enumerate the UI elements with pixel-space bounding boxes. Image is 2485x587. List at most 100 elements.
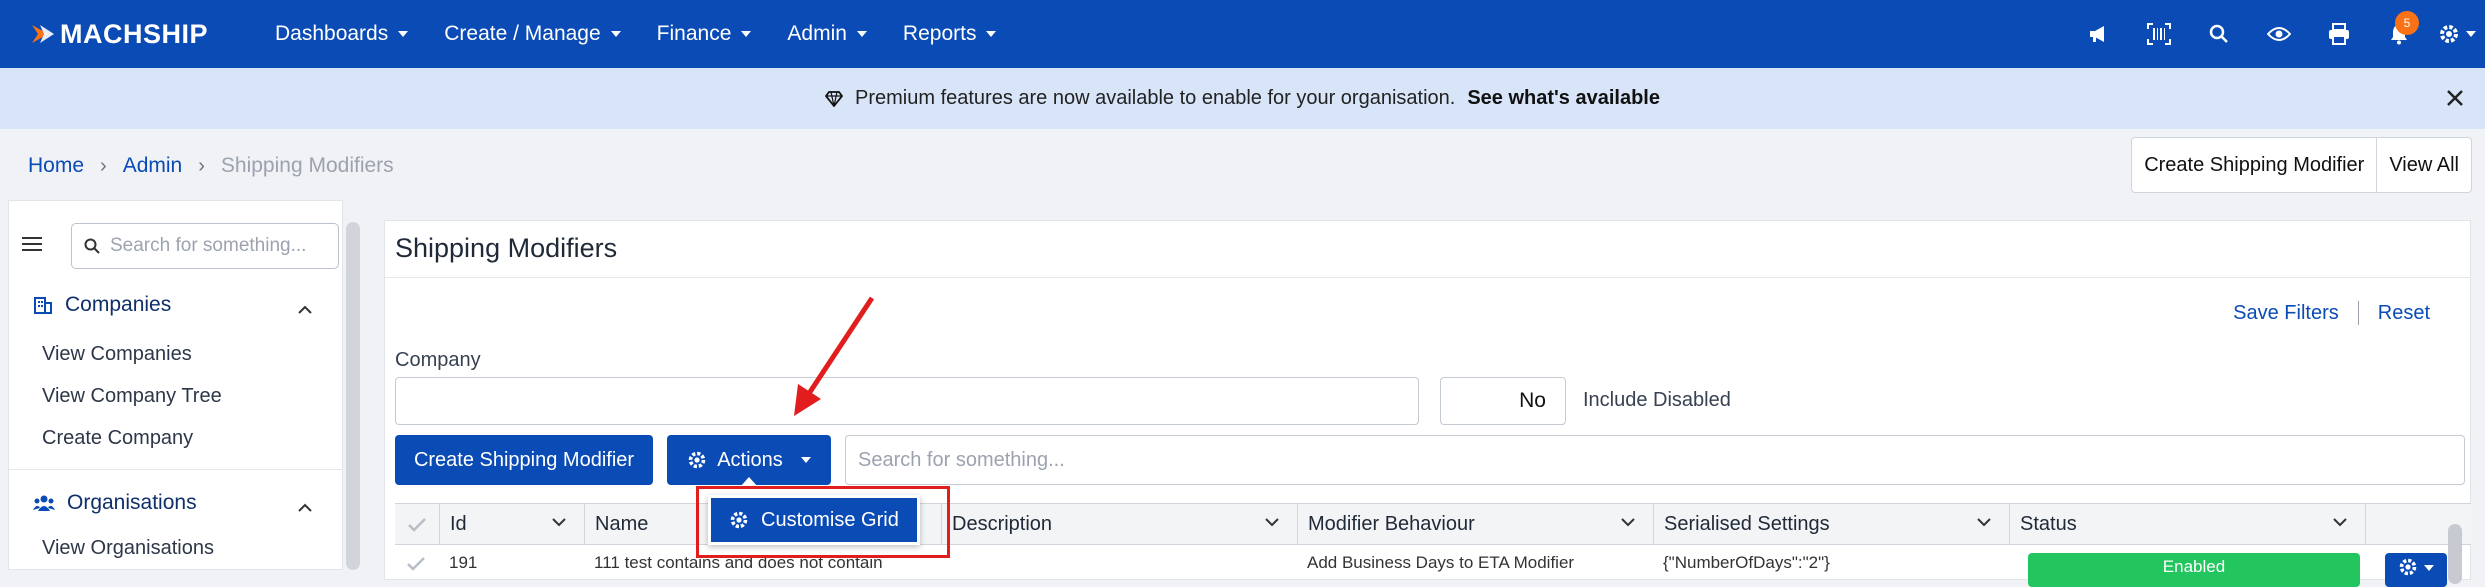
search-icon xyxy=(84,238,100,254)
sidebar-item-view-companies[interactable]: View Companies xyxy=(42,343,192,366)
megaphone-icon[interactable] xyxy=(2069,0,2129,68)
sidebar-section-label: Companies xyxy=(65,293,172,316)
filter-actions: Save Filters Reset xyxy=(2233,301,2430,325)
include-disabled-label: Include Disabled xyxy=(1583,389,1731,411)
reset-link[interactable]: Reset xyxy=(2378,302,2430,325)
chevron-down-icon[interactable] xyxy=(1977,518,1991,527)
sidebar-scrollbar[interactable] xyxy=(346,222,360,570)
chevron-down-icon[interactable] xyxy=(552,518,566,527)
cell-serialised-settings: {"NumberOfDays":"2"} xyxy=(1663,553,1830,572)
column-label: Status xyxy=(2020,513,2077,535)
select-all-checkbox[interactable] xyxy=(395,504,439,545)
column-label: Serialised Settings xyxy=(1664,513,1830,535)
page-title: Shipping Modifiers xyxy=(395,233,618,263)
column-header-description[interactable]: Description xyxy=(941,504,1297,545)
column-header-serialised-settings[interactable]: Serialised Settings xyxy=(1653,504,2009,545)
chevron-up-icon[interactable] xyxy=(298,305,312,314)
nav-create-manage-label: Create / Manage xyxy=(444,22,601,45)
save-filters-link[interactable]: Save Filters xyxy=(2233,302,2339,325)
nav-admin-label: Admin xyxy=(787,22,847,45)
sidebar-search-placeholder: Search for something... xyxy=(110,235,307,256)
company-field[interactable] xyxy=(395,377,1419,425)
printer-icon[interactable] xyxy=(2309,0,2369,68)
column-label: Id xyxy=(450,513,467,535)
sidebar-section-label: Organisations xyxy=(67,491,197,514)
barcode-scan-icon[interactable] xyxy=(2129,0,2189,68)
settings-menu[interactable] xyxy=(2429,0,2485,68)
nav-admin[interactable]: Admin xyxy=(787,22,867,46)
grid-scrollbar[interactable] xyxy=(2448,524,2462,584)
notification-badge: 5 xyxy=(2395,11,2419,35)
column-header-id[interactable]: Id xyxy=(439,504,584,545)
nav-finance-label: Finance xyxy=(656,22,732,45)
divider xyxy=(385,277,2470,278)
sidebar-item-create-company[interactable]: Create Company xyxy=(42,427,193,450)
nav-create-manage[interactable]: Create / Manage xyxy=(444,22,621,46)
chevron-down-icon xyxy=(986,31,997,37)
users-icon xyxy=(33,495,55,511)
divider xyxy=(2357,301,2359,325)
create-shipping-modifier-header-button[interactable]: Create Shipping Modifier xyxy=(2132,138,2376,192)
hamburger-menu-icon[interactable] xyxy=(22,236,42,257)
create-shipping-modifier-button[interactable]: Create Shipping Modifier xyxy=(395,435,653,485)
view-all-button[interactable]: View All xyxy=(2376,138,2471,192)
chevron-down-icon[interactable] xyxy=(1621,518,1635,527)
checkmark-icon xyxy=(408,517,426,532)
gear-icon xyxy=(2399,558,2417,576)
cell-modifier-behaviour: Add Business Days to ETA Modifier xyxy=(1307,553,1575,572)
sidebar-section-companies[interactable]: Companies xyxy=(33,293,171,317)
chevron-down-icon xyxy=(610,31,621,37)
chevron-down-icon[interactable] xyxy=(1265,518,1279,527)
grid-search-input[interactable]: Search for something... xyxy=(845,435,2465,485)
sidebar-item-view-organisations[interactable]: View Organisations xyxy=(42,537,214,560)
chevron-down-icon xyxy=(856,31,867,37)
column-header-modifier-behaviour[interactable]: Modifier Behaviour xyxy=(1297,504,1653,545)
chevron-up-icon[interactable] xyxy=(298,503,312,512)
premium-banner: Premium features are now available to en… xyxy=(0,68,2485,129)
top-navbar: MACHSHIP Dashboards Create / Manage Fina… xyxy=(0,0,2485,68)
search-icon[interactable] xyxy=(2189,0,2249,68)
nav-reports-label: Reports xyxy=(902,22,977,45)
breadcrumb-admin[interactable]: Admin xyxy=(123,154,183,178)
annotation-highlight-box xyxy=(696,486,950,558)
gear-icon xyxy=(687,450,707,470)
actions-label: Actions xyxy=(717,448,783,471)
include-disabled-toggle[interactable]: No xyxy=(1440,377,1566,425)
company-label: Company xyxy=(395,349,481,371)
chevron-down-icon xyxy=(2424,565,2434,571)
building-icon xyxy=(34,297,52,314)
breadcrumb-current: Shipping Modifiers xyxy=(220,154,394,177)
status-badge: Enabled xyxy=(2028,553,2360,587)
nav-dashboards[interactable]: Dashboards xyxy=(275,22,409,46)
chevron-right-icon: › xyxy=(100,154,107,177)
sidebar-section-organisations[interactable]: Organisations xyxy=(33,491,197,515)
column-header-status[interactable]: Status xyxy=(2009,504,2365,545)
brand-name: MACHSHIP xyxy=(60,18,209,49)
brand-logo[interactable]: MACHSHIP xyxy=(30,19,240,50)
sidebar-search-input[interactable]: Search for something... xyxy=(71,223,339,269)
nav-reports[interactable]: Reports xyxy=(903,22,997,46)
sidebar: Search for something... Companies View C… xyxy=(8,200,343,570)
nav-finance[interactable]: Finance xyxy=(657,22,752,46)
gear-icon xyxy=(2440,25,2458,43)
column-label: Modifier Behaviour xyxy=(1308,513,1475,535)
column-label: Description xyxy=(952,513,1053,535)
row-actions-button[interactable] xyxy=(2385,553,2447,587)
checkmark-icon[interactable] xyxy=(407,557,425,571)
bell-icon[interactable]: 5 xyxy=(2369,0,2429,68)
chevron-down-icon xyxy=(800,457,811,463)
close-icon[interactable] xyxy=(2443,86,2467,110)
chevron-down-icon[interactable] xyxy=(2333,518,2347,527)
chevron-down-icon xyxy=(2466,31,2476,37)
column-label: Name xyxy=(595,513,649,535)
banner-link[interactable]: See what's available xyxy=(1467,87,1660,110)
sidebar-divider xyxy=(9,469,342,470)
chevron-down-icon xyxy=(398,31,409,37)
chevron-right-icon: › xyxy=(198,154,205,177)
breadcrumb: Home › Admin › Shipping Modifiers xyxy=(28,148,394,184)
chevron-down-icon xyxy=(741,31,752,37)
sidebar-item-view-company-tree[interactable]: View Company Tree xyxy=(42,385,222,408)
diamond-icon xyxy=(825,90,843,107)
breadcrumb-home[interactable]: Home xyxy=(28,154,84,178)
eye-icon[interactable] xyxy=(2249,0,2309,68)
